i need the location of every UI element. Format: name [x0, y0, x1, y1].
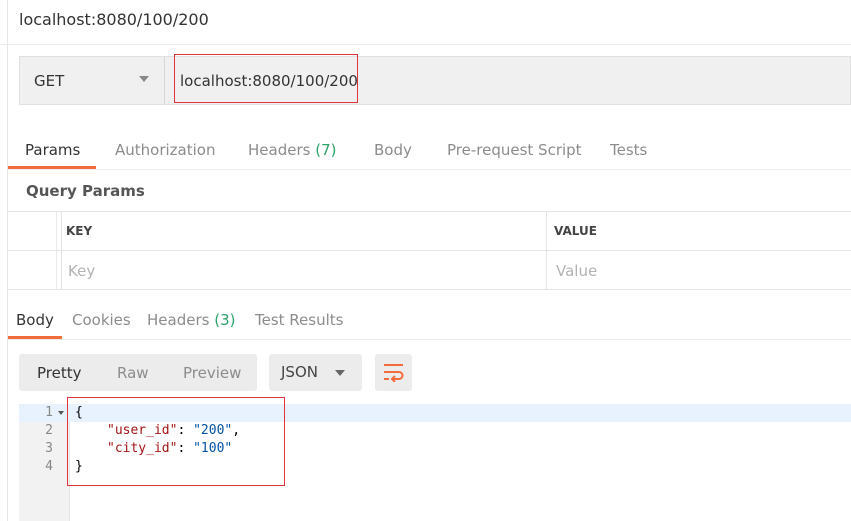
- pretty-button[interactable]: Pretty: [37, 364, 82, 382]
- request-title[interactable]: localhost:8080/100/200: [19, 10, 209, 29]
- column-divider: [546, 212, 547, 290]
- chevron-down-icon: [139, 76, 149, 82]
- response-tab-headers[interactable]: Headers (3): [147, 311, 235, 329]
- key-column-header: KEY: [66, 224, 93, 238]
- response-tab-body[interactable]: Body: [16, 311, 54, 329]
- raw-button[interactable]: Raw: [117, 364, 149, 382]
- line-number: 3: [45, 441, 53, 456]
- value-column-header: VALUE: [554, 224, 597, 238]
- tab-headers-label: Headers: [248, 141, 311, 159]
- response-tab-headers-count: (3): [214, 311, 236, 329]
- line-number: 4: [45, 459, 53, 474]
- row-divider: [8, 289, 851, 290]
- view-mode-group: Pretty Raw Preview: [19, 354, 257, 391]
- wrap-lines-icon: [384, 364, 404, 382]
- query-params-title: Query Params: [26, 182, 145, 200]
- line-number: 1: [45, 405, 53, 420]
- fold-caret-icon[interactable]: [58, 411, 64, 415]
- key-input[interactable]: Key: [68, 262, 95, 280]
- json-highlight-box: [67, 397, 285, 486]
- language-select[interactable]: JSON: [269, 354, 362, 391]
- active-tab-indicator: [8, 336, 62, 339]
- tab-headers[interactable]: Headers (7): [248, 141, 336, 159]
- line-number: 2: [45, 423, 53, 438]
- value-input[interactable]: Value: [556, 262, 597, 280]
- tab-pre-request-script[interactable]: Pre-request Script: [447, 141, 582, 159]
- response-tab-test-results[interactable]: Test Results: [255, 311, 343, 329]
- language-label: JSON: [281, 363, 318, 381]
- url-text: localhost:8080/100/200: [180, 72, 358, 90]
- response-tab-cookies[interactable]: Cookies: [72, 311, 131, 329]
- tab-body[interactable]: Body: [374, 141, 412, 159]
- tab-tests[interactable]: Tests: [610, 141, 647, 159]
- column-divider: [61, 212, 62, 290]
- tab-params[interactable]: Params: [25, 141, 80, 159]
- tabs-divider: [8, 169, 851, 170]
- params-table: KEY VALUE Key Value: [8, 211, 851, 291]
- active-tab-indicator: [8, 166, 96, 169]
- preview-button[interactable]: Preview: [183, 364, 241, 382]
- url-input[interactable]: localhost:8080/100/200: [174, 54, 358, 103]
- chevron-down-icon: [335, 370, 345, 376]
- tabs-divider: [8, 339, 851, 340]
- method-divider: [164, 57, 165, 104]
- row-divider: [8, 250, 851, 251]
- tab-authorization[interactable]: Authorization: [115, 141, 215, 159]
- column-divider: [56, 212, 57, 290]
- tab-headers-count: (7): [315, 141, 337, 159]
- wrap-lines-button[interactable]: [375, 354, 412, 391]
- method-select[interactable]: GET: [20, 57, 164, 104]
- response-tab-headers-label: Headers: [147, 311, 210, 329]
- method-label: GET: [34, 72, 65, 90]
